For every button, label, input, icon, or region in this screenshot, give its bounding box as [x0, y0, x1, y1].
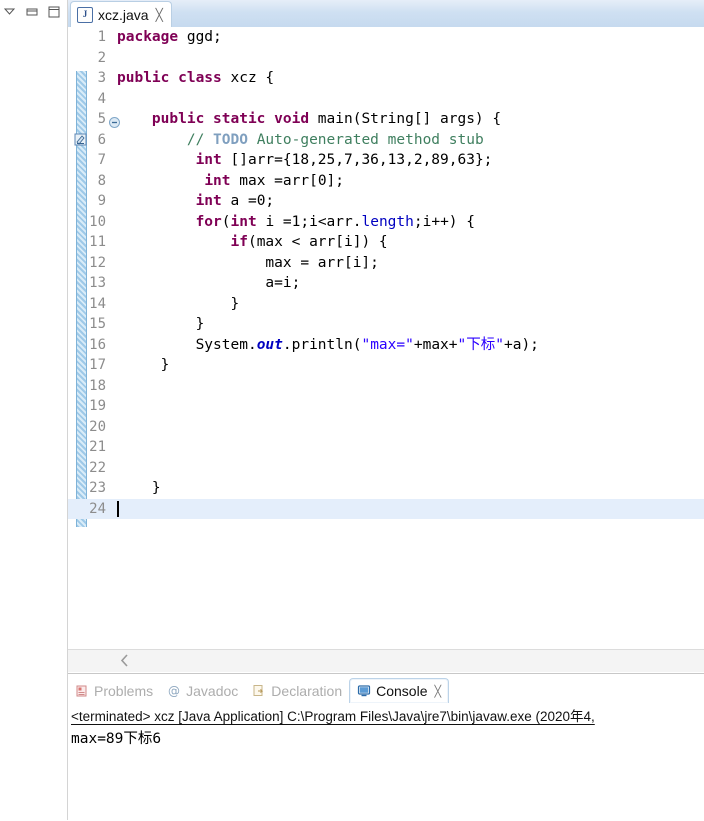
- editor-part: J xcz.java ╳ 1 package ggd; 2 3 public class…: [68, 0, 704, 672]
- code-line[interactable]: 5 public static void main(String[] args)…: [68, 109, 704, 130]
- line-number: 15: [89, 316, 106, 332]
- line-number: 1: [97, 29, 106, 45]
- code-line[interactable]: 19: [68, 396, 704, 417]
- console-part: Problems @ Javadoc Declaration Console ╳ <ter…: [68, 673, 704, 821]
- code-line[interactable]: 8 int max =arr[0];: [68, 171, 704, 192]
- code-line[interactable]: 22: [68, 458, 704, 479]
- code-text: a=i;: [117, 275, 301, 291]
- code-line[interactable]: 13 a=i;: [68, 273, 704, 294]
- console-tab-console[interactable]: Console ╳: [349, 678, 450, 703]
- code-line[interactable]: 12 max = arr[i];: [68, 253, 704, 274]
- code-text: if(max < arr[i]) {: [230, 234, 388, 250]
- line-number: 10: [89, 213, 106, 230]
- close-icon[interactable]: ╳: [156, 9, 163, 21]
- code-line[interactable]: 15 }: [68, 314, 704, 335]
- code-line[interactable]: 14 }: [68, 294, 704, 315]
- code-line[interactable]: 16 System.out.println("max="+max+"下标"+a)…: [68, 335, 704, 356]
- code-line[interactable]: 1 package ggd;: [68, 27, 704, 48]
- console-tab-bar: Problems @ Javadoc Declaration Console ╳: [68, 674, 704, 703]
- console-tab-label: Problems: [94, 682, 154, 699]
- code-line[interactable]: 3 public class xcz {: [68, 68, 704, 89]
- code-text: }: [117, 357, 170, 373]
- line-number: 20: [89, 418, 106, 435]
- line-number: 14: [89, 295, 106, 312]
- line-number: 11: [89, 234, 106, 250]
- maximize-icon[interactable]: [46, 5, 62, 19]
- console-tab-label: Javadoc: [186, 682, 239, 699]
- problems-icon: [75, 684, 89, 698]
- code-text: int a =0;: [195, 193, 275, 209]
- left-view-strip: [0, 0, 68, 820]
- code-line[interactable]: 4: [68, 89, 704, 110]
- console-output-text: max=89下标6: [71, 731, 162, 747]
- line-number: 3: [97, 70, 106, 86]
- scroll-left-arrow-icon[interactable]: [118, 653, 132, 668]
- code-editor-area[interactable]: 1 package ggd; 2 3 public class xcz {4 5 publ…: [68, 27, 704, 649]
- editor-horizontal-scrollbar[interactable]: [68, 649, 704, 672]
- declaration-icon: [252, 684, 266, 698]
- code-text: System.out.println("max="+max+"下标"+a);: [117, 336, 539, 353]
- console-terminated-header: <terminated> xcz [Java Application] C:\P…: [71, 709, 595, 724]
- line-number: 7: [97, 152, 106, 168]
- line-number: 16: [89, 336, 106, 353]
- close-icon[interactable]: ╳: [435, 685, 442, 698]
- code-line[interactable]: 7 int []arr={18,25,7,36,13,2,89,63};: [68, 150, 704, 171]
- console-output-area[interactable]: <terminated> xcz [Java Application] C:\P…: [68, 703, 704, 821]
- code-line[interactable]: 24: [68, 498, 704, 519]
- code-text: }: [117, 316, 205, 332]
- code-line[interactable]: 21: [68, 437, 704, 458]
- code-text: }: [117, 295, 240, 312]
- java-file-icon: J: [77, 6, 93, 23]
- console-tab-label: Console: [376, 683, 428, 699]
- line-number: 18: [89, 377, 106, 394]
- line-number: 9: [97, 193, 106, 209]
- console-tab-problems[interactable]: Problems: [68, 678, 160, 703]
- code-text: package ggd;: [117, 29, 222, 45]
- editor-tab-xcz-java[interactable]: J xcz.java ╳: [70, 1, 172, 27]
- code-text: }: [117, 480, 161, 496]
- minimize-icon[interactable]: [24, 5, 40, 19]
- view-toolbar: [0, 2, 68, 22]
- svg-text:@: @: [168, 684, 180, 698]
- code-lines: 1 package ggd; 2 3 public class xcz {4 5 publ…: [68, 27, 704, 519]
- line-number: 22: [89, 459, 106, 476]
- line-number: 6: [97, 131, 106, 148]
- line-number: 23: [89, 480, 106, 496]
- line-number: 5: [97, 111, 106, 127]
- code-line[interactable]: 18: [68, 376, 704, 397]
- line-number: 13: [89, 275, 106, 291]
- editor-tab-label: xcz.java: [98, 6, 149, 23]
- view-menu-icon[interactable]: [2, 5, 18, 19]
- line-number: 2: [97, 49, 106, 66]
- code-text: int max =arr[0];: [204, 172, 345, 189]
- code-text: int []arr={18,25,7,36,13,2,89,63};: [195, 152, 493, 168]
- code-line[interactable]: 23 }: [68, 478, 704, 499]
- code-text: max = arr[i];: [117, 254, 379, 271]
- code-line[interactable]: 6 // TODO Auto-generated method stub: [68, 130, 704, 151]
- text-caret: [117, 500, 119, 517]
- console-tab-label: Declaration: [271, 682, 343, 699]
- code-line[interactable]: 11 if(max < arr[i]) {: [68, 232, 704, 253]
- line-number: 17: [89, 357, 106, 373]
- code-line[interactable]: 9 int a =0;: [68, 191, 704, 212]
- console-icon: [357, 684, 371, 698]
- line-number: 21: [89, 439, 106, 455]
- code-text: public class xcz {: [117, 70, 275, 86]
- editor-tab-bar: J xcz.java ╳: [68, 0, 704, 28]
- line-number: 8: [97, 172, 106, 189]
- code-line[interactable]: 10 for(int i =1;i<arr.length;i++) {: [68, 212, 704, 233]
- console-tab-declaration[interactable]: Declaration: [245, 678, 349, 703]
- line-number: 4: [97, 90, 106, 107]
- line-number: 24: [89, 500, 106, 517]
- javadoc-icon: @: [167, 684, 181, 698]
- line-number: 12: [89, 254, 106, 271]
- code-text: // TODO Auto-generated method stub: [186, 131, 484, 148]
- code-line[interactable]: 2: [68, 48, 704, 69]
- code-line[interactable]: 20: [68, 417, 704, 438]
- line-number: 19: [89, 398, 106, 414]
- console-tab-javadoc[interactable]: @ Javadoc: [160, 678, 245, 703]
- code-line[interactable]: 17 }: [68, 355, 704, 376]
- code-text: for(int i =1;i<arr.length;i++) {: [195, 213, 475, 230]
- code-text: public static void main(String[] args) {: [151, 111, 502, 127]
